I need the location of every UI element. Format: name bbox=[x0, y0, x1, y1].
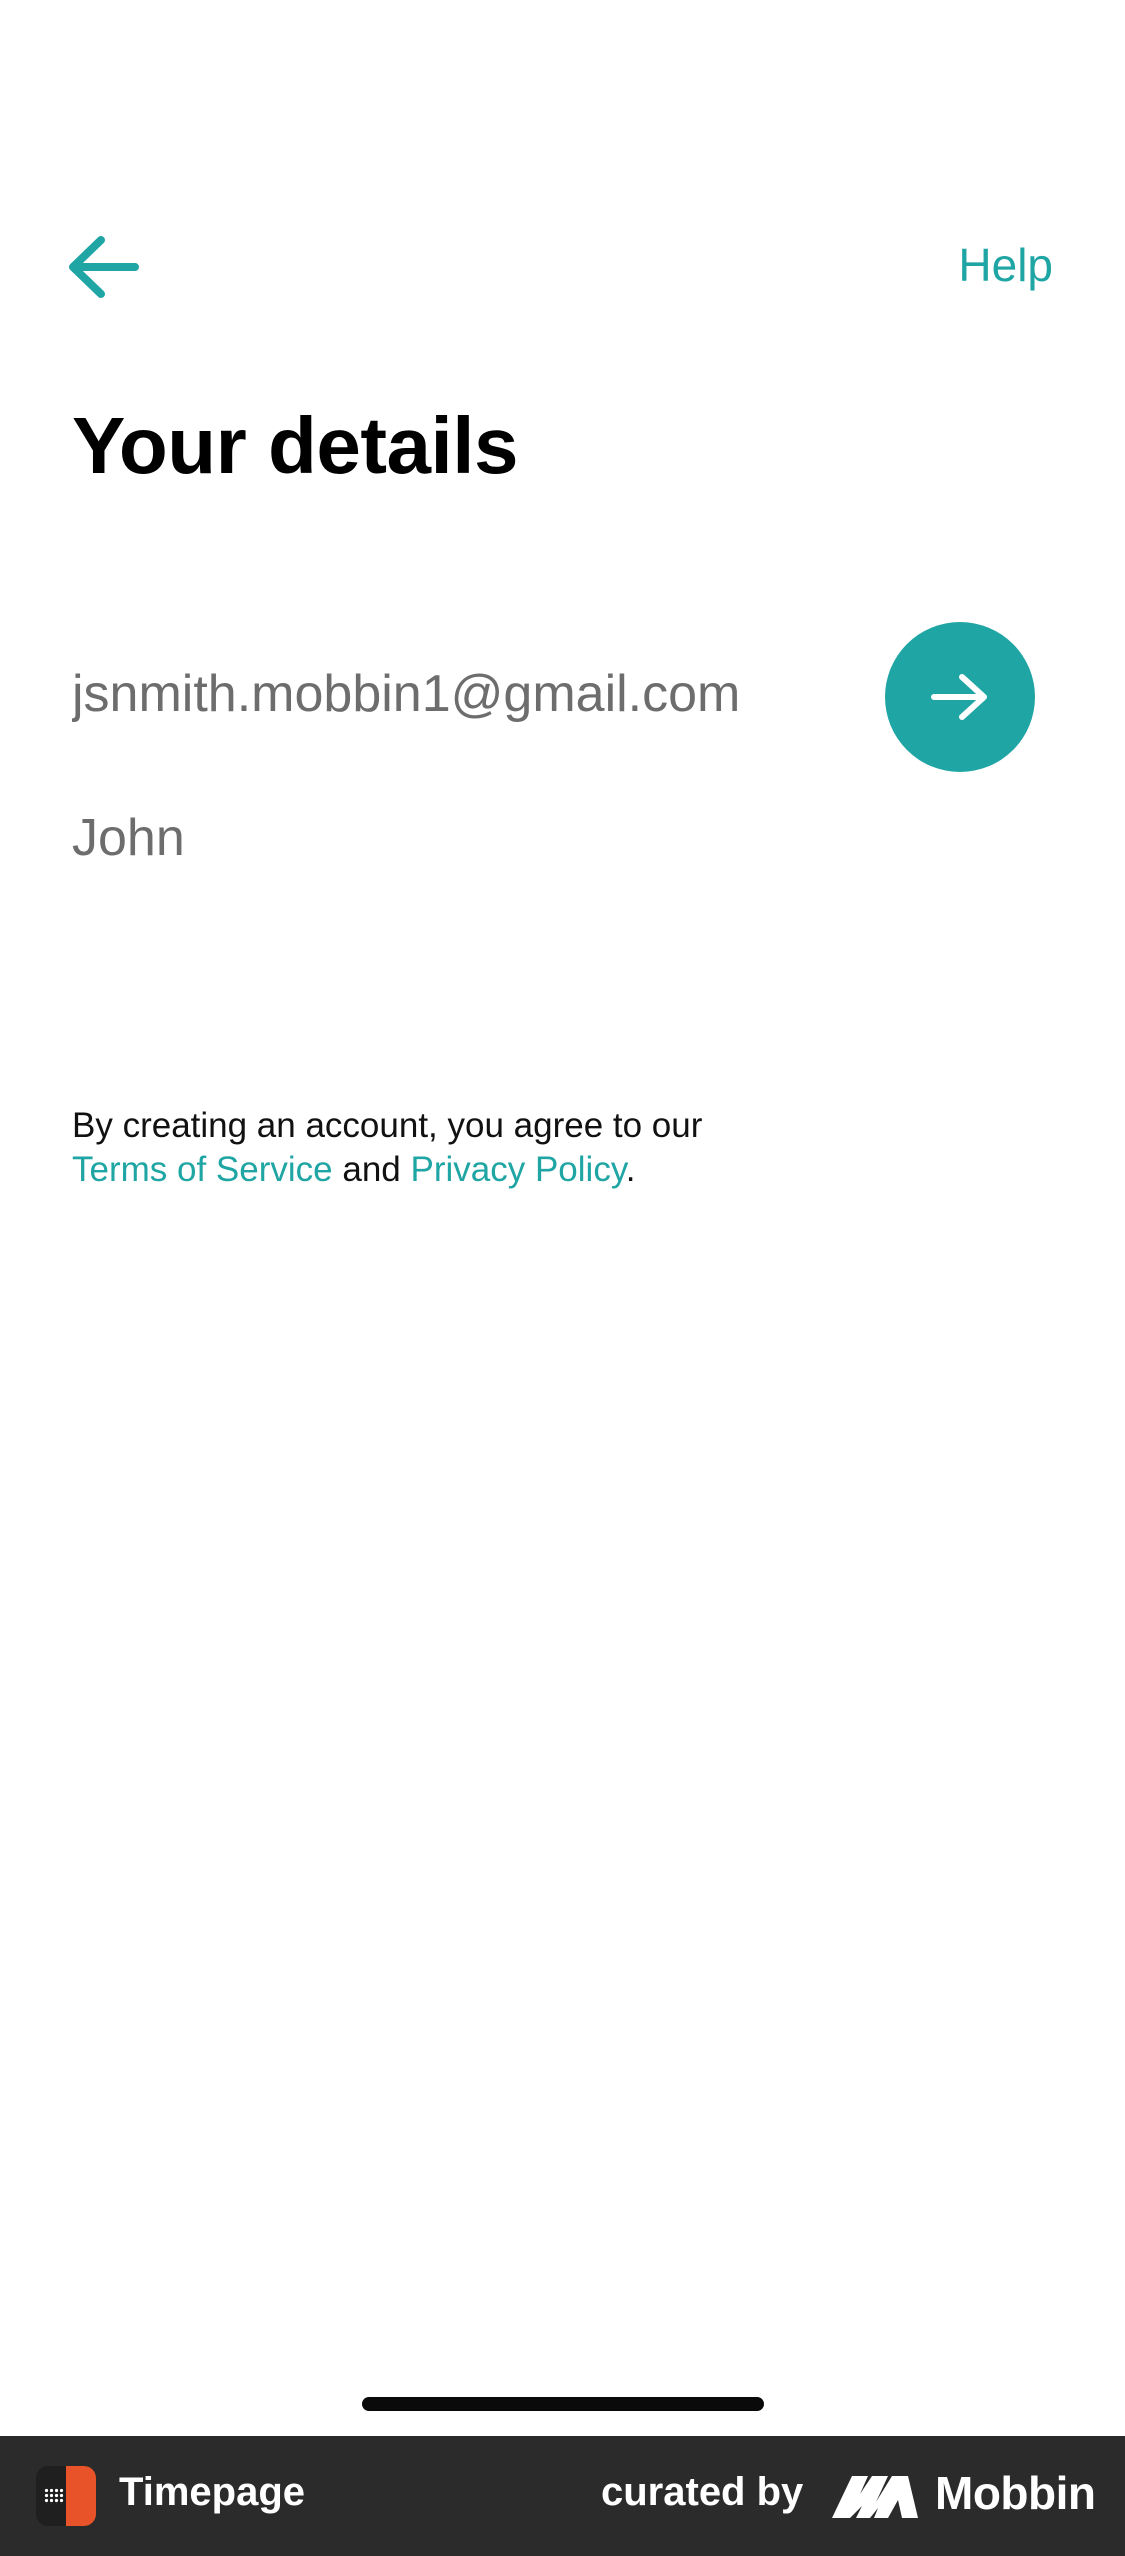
privacy-policy-link[interactable]: Privacy Policy bbox=[411, 1150, 626, 1189]
help-link[interactable]: Help bbox=[958, 238, 1053, 292]
brand-name: Mobbin bbox=[935, 2467, 1096, 2519]
timepage-logo-icon bbox=[36, 2466, 96, 2526]
app-name: Timepage bbox=[119, 2470, 305, 2514]
curated-by-label: curated by bbox=[601, 2470, 804, 2514]
home-indicator bbox=[362, 2397, 764, 2411]
back-button[interactable] bbox=[62, 228, 144, 306]
arrow-right-icon bbox=[931, 674, 987, 720]
terms-conjunction: and bbox=[342, 1150, 401, 1189]
email-field[interactable] bbox=[72, 664, 832, 724]
next-button[interactable] bbox=[885, 622, 1035, 772]
terms-prefix: By creating an account, you agree to our bbox=[72, 1106, 703, 1145]
page-title: Your details bbox=[72, 401, 518, 490]
terms-of-service-link[interactable]: Terms of Service bbox=[72, 1150, 333, 1189]
arrow-left-icon bbox=[69, 236, 139, 298]
footer-bar: Timepage curated by Mobbin bbox=[0, 2436, 1125, 2556]
mobbin-logo-icon bbox=[832, 2476, 918, 2518]
first-name-field[interactable] bbox=[72, 808, 832, 868]
terms-notice: By creating an account, you agree to our… bbox=[72, 1104, 972, 1192]
terms-suffix: . bbox=[625, 1150, 636, 1189]
